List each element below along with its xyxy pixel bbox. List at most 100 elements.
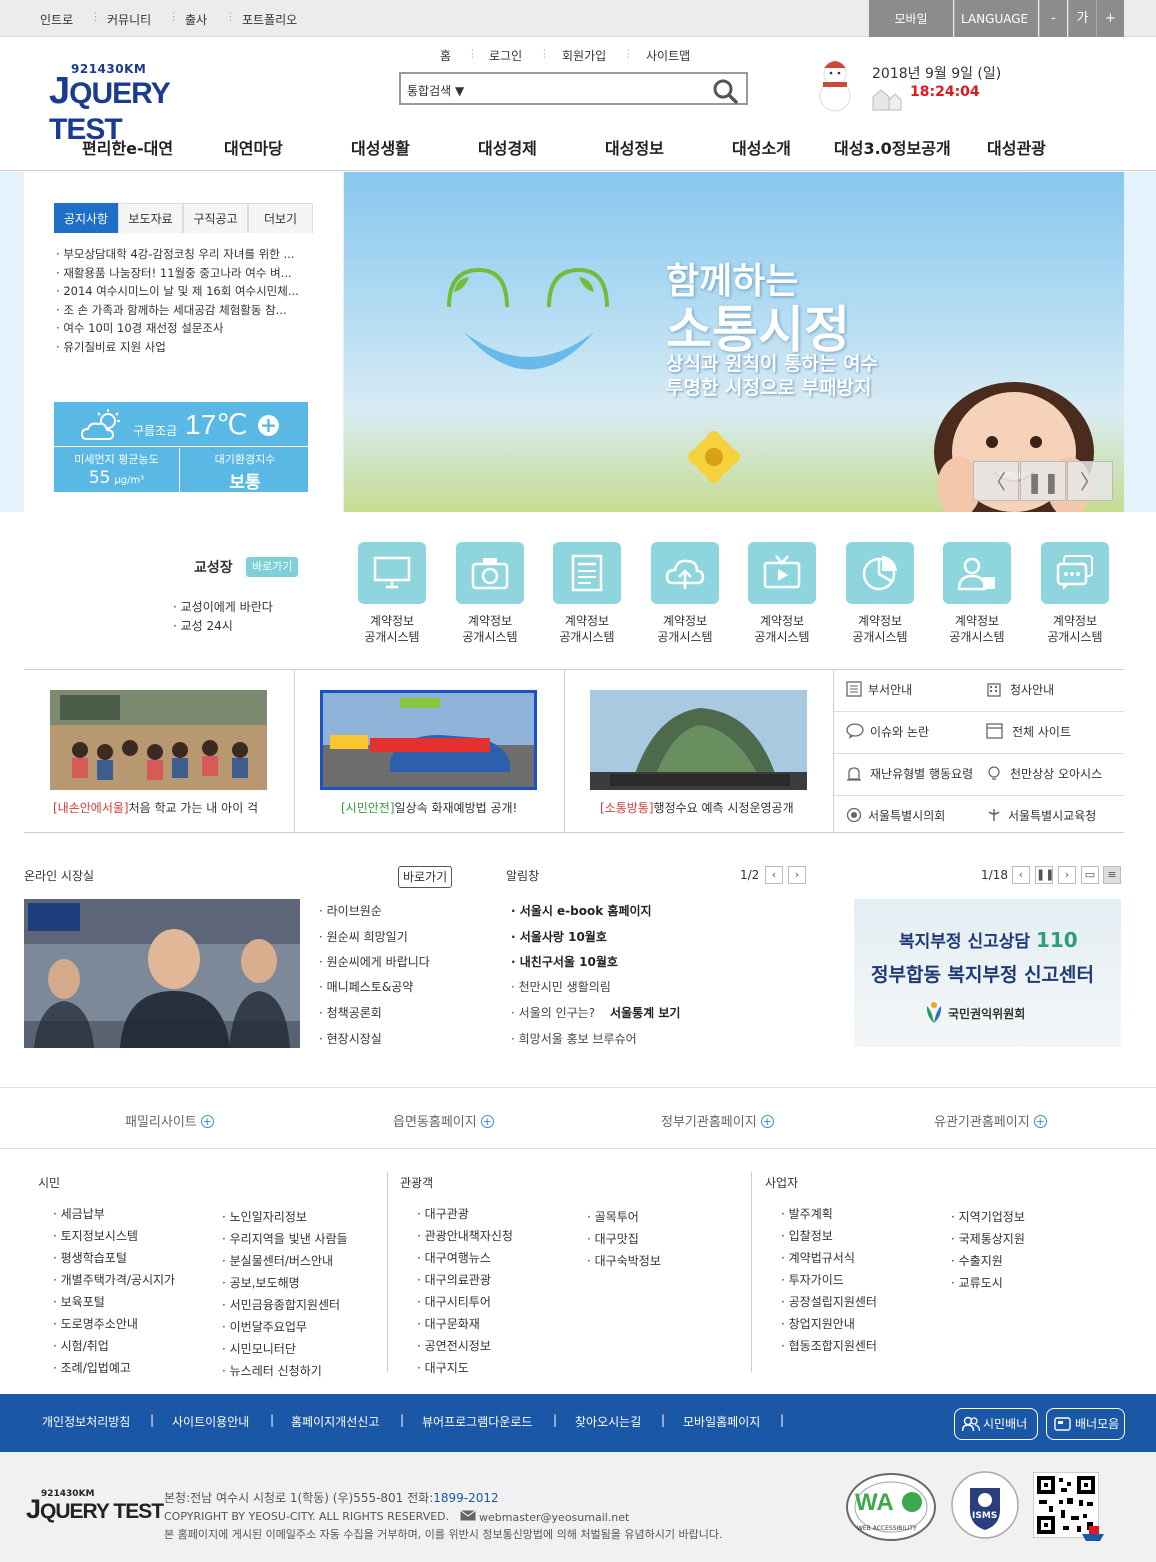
sitemap-link[interactable]: · 대구의료관광 bbox=[417, 1271, 491, 1288]
banner-pause-button[interactable]: ❚❚ bbox=[1020, 461, 1066, 501]
oasis-link[interactable]: 천만상상 오아시스 bbox=[1010, 765, 1102, 782]
list-item[interactable]: · 라이브원순 bbox=[319, 902, 382, 919]
related-agency-select[interactable]: 유관기관홈페이지 + bbox=[934, 1111, 1047, 1130]
sitemap-link[interactable]: · 골목투어 bbox=[587, 1208, 639, 1225]
camera-icon[interactable] bbox=[456, 542, 524, 604]
sitemap-link[interactable]: · 도로명주소안내 bbox=[53, 1315, 138, 1332]
banner-prev-button[interactable]: 〈 bbox=[973, 461, 1019, 501]
site-usage-link[interactable]: 사이트이용안내 bbox=[172, 1413, 249, 1430]
video-caption[interactable]: [내손안에서울]처음 학교 가는 내 아이 걱 bbox=[53, 799, 258, 816]
sitemap-link[interactable]: · 교류도시 bbox=[951, 1274, 1003, 1291]
nav-item-daeyeon-madang[interactable]: 대연마당 bbox=[224, 135, 283, 159]
nav-item-public-info[interactable]: 대성3.0정보공개 bbox=[834, 135, 951, 159]
font-decrease-button[interactable]: - bbox=[1039, 0, 1067, 37]
search-input[interactable] bbox=[481, 78, 701, 100]
site-logo[interactable]: 921430KM JQUERY TEST bbox=[49, 62, 219, 146]
main-banner[interactable]: 함께하는 소통시정 상식과 원칙이 통하는 여수 투명한 시정으로 부패방지 〈… bbox=[344, 172, 1124, 512]
privacy-policy-link[interactable]: 개인정보처리방침 bbox=[42, 1413, 130, 1430]
disaster-guide-link[interactable]: 재난유형별 행동요령 bbox=[870, 765, 973, 782]
tab-notice[interactable]: 공지사항 bbox=[54, 203, 118, 233]
list-item[interactable]: · 희망서울 홍보 브루슈어 bbox=[511, 1030, 637, 1047]
gyoseong-link-24[interactable]: · 교성 24시 bbox=[173, 617, 233, 634]
sitemap-link[interactable]: · 협동조합지원센터 bbox=[781, 1337, 877, 1354]
list-item[interactable]: · 2014 여수시미느이 날 및 제 16회 여수시민체... bbox=[56, 283, 316, 302]
sitemap-link[interactable]: · 대구지도 bbox=[417, 1359, 469, 1376]
sitemap-link[interactable]: · 대구시티투어 bbox=[417, 1293, 491, 1310]
sitemap-link[interactable]: · 보육포털 bbox=[53, 1293, 105, 1310]
mobile-button[interactable]: 모바일 bbox=[869, 0, 953, 37]
mayor-photo[interactable] bbox=[24, 899, 300, 1048]
quick-icon-label[interactable]: 계약정보 공개시스템 bbox=[337, 613, 447, 645]
newspaper-icon[interactable] bbox=[553, 542, 621, 604]
list-item[interactable]: · 청책공론회 bbox=[319, 1004, 382, 1021]
issue-debate-link[interactable]: 이슈와 논란 bbox=[870, 723, 929, 740]
sitemap-link[interactable]: · 관광안내책자신청 bbox=[417, 1227, 513, 1244]
video-thumbnail[interactable] bbox=[320, 690, 537, 790]
quick-icon-label[interactable]: 계약정보 공개시스템 bbox=[922, 613, 1032, 645]
alarm-prev-button[interactable]: ‹ bbox=[765, 866, 783, 884]
banner-collection-button[interactable]: 배너모음 bbox=[1046, 1408, 1125, 1440]
monitor-icon[interactable] bbox=[358, 542, 426, 604]
dept-guide-link[interactable]: 부서안내 bbox=[868, 681, 912, 698]
welfare-banner[interactable]: 복지부정 신고상담 110 정부합동 복지부정 신고센터 국민권익위원회 bbox=[854, 899, 1121, 1047]
list-item[interactable]: · 원순씨 희망일기 bbox=[319, 928, 408, 945]
list-item[interactable]: · 서울사랑 10월호 bbox=[511, 928, 607, 945]
gyoseong-go-button[interactable]: 바로가기 bbox=[246, 557, 299, 577]
alarm-next-button[interactable]: › bbox=[788, 866, 806, 884]
sitemap-link[interactable]: · 서민금융종합지원센터 bbox=[222, 1296, 340, 1313]
viewer-download-link[interactable]: 뷰어프로그램다운로드 bbox=[422, 1413, 532, 1430]
directions-link[interactable]: 찾아오시는길 bbox=[575, 1413, 641, 1430]
chat-icon[interactable] bbox=[1041, 542, 1109, 604]
quick-icon-label[interactable]: 계약정보 공개시스템 bbox=[435, 613, 545, 645]
sitemap-link[interactable]: · 입찰정보 bbox=[781, 1227, 833, 1244]
nav-item-e-daeyeon[interactable]: 편리한e-대연 bbox=[82, 135, 173, 159]
home-link[interactable]: 홈 bbox=[440, 47, 451, 64]
welfare-next-button[interactable]: › bbox=[1058, 866, 1076, 884]
tab-more[interactable]: 더보기 bbox=[248, 203, 313, 233]
welfare-prev-button[interactable]: ‹ bbox=[1012, 866, 1030, 884]
tab-press[interactable]: 보도자료 bbox=[118, 203, 183, 233]
search-icon[interactable] bbox=[712, 78, 738, 104]
banner-next-button[interactable]: 〉 bbox=[1067, 461, 1113, 501]
town-homepage-select[interactable]: 읍면동홈페이지 + bbox=[393, 1111, 494, 1130]
login-link[interactable]: 로그인 bbox=[489, 47, 522, 64]
sitemap-link[interactable]: · 노인일자리정보 bbox=[222, 1208, 307, 1225]
list-item[interactable]: · 부모상담대학 4강-감정코칭 우리 자녀를 위한 ... bbox=[56, 246, 316, 265]
citizen-banner-button[interactable]: 시민배너 bbox=[954, 1408, 1038, 1440]
sitemap-link[interactable]: · 개별주택가격/공시지가 bbox=[53, 1271, 175, 1288]
sitemap-link[interactable]: · 대구숙박정보 bbox=[587, 1252, 661, 1269]
quick-icon-label[interactable]: 계약정보 공개시스템 bbox=[630, 613, 740, 645]
outing-link[interactable]: 출사 bbox=[185, 11, 207, 28]
sitemap-link[interactable]: · 계약법규서식 bbox=[781, 1249, 855, 1266]
list-item[interactable]: · 조 손 가족과 함께하는 세대공감 체험활동 참... bbox=[56, 302, 316, 321]
quick-icon-label[interactable]: 계약정보 공개시스템 bbox=[825, 613, 935, 645]
intro-link[interactable]: 인트로 bbox=[40, 11, 73, 28]
portfolio-link[interactable]: 포트폴리오 bbox=[242, 11, 297, 28]
sitemap-link[interactable]: · 지역기업정보 bbox=[951, 1208, 1025, 1225]
video-thumbnail[interactable] bbox=[50, 690, 267, 790]
sitemap-link[interactable]: · 조례/입법예고 bbox=[53, 1359, 131, 1376]
sitemap-link[interactable]: · 토지정보시스템 bbox=[53, 1227, 138, 1244]
list-item[interactable]: · 매니페스토&공약 bbox=[319, 978, 413, 995]
sitemap-link[interactable]: · 이번달주요업무 bbox=[222, 1318, 307, 1335]
sitemap-link[interactable]: · 공장설립지원센터 bbox=[781, 1293, 877, 1310]
pie-chart-icon[interactable] bbox=[846, 542, 914, 604]
single-view-icon[interactable]: ▭ bbox=[1081, 866, 1099, 884]
video-caption[interactable]: [소통방통]행정수요 예측 시정운영공개 bbox=[600, 799, 794, 816]
sitemap-link[interactable]: · 뉴스레터 신청하기 bbox=[222, 1362, 322, 1379]
sitemap-link[interactable]: · 평생학습포털 bbox=[53, 1249, 127, 1266]
improvement-report-link[interactable]: 홈페이지개선신고 bbox=[291, 1413, 379, 1430]
video-thumbnail[interactable] bbox=[590, 690, 807, 790]
quick-icon-label[interactable]: 계약정보 공개시스템 bbox=[727, 613, 837, 645]
sitemap-link[interactable]: · 투자가이드 bbox=[781, 1271, 844, 1288]
mobile-homepage-link[interactable]: 모바일홈페이지 bbox=[683, 1413, 760, 1430]
community-link[interactable]: 커뮤니티 bbox=[107, 11, 151, 28]
sitemap-link[interactable]: · 시민모니터단 bbox=[222, 1340, 296, 1357]
quick-icon-label[interactable]: 계약정보 공개시스템 bbox=[1020, 613, 1130, 645]
signup-link[interactable]: 회원가입 bbox=[562, 47, 606, 64]
sitemap-link[interactable]: 사이트맵 bbox=[646, 47, 690, 64]
seoul-stats-link[interactable]: 서울통계 보기 bbox=[610, 1004, 680, 1021]
nav-item-tourism[interactable]: 대성관광 bbox=[987, 135, 1046, 159]
nav-item-economy[interactable]: 대성경제 bbox=[478, 135, 537, 159]
weather-more-plus-icon[interactable]: + bbox=[258, 415, 279, 436]
